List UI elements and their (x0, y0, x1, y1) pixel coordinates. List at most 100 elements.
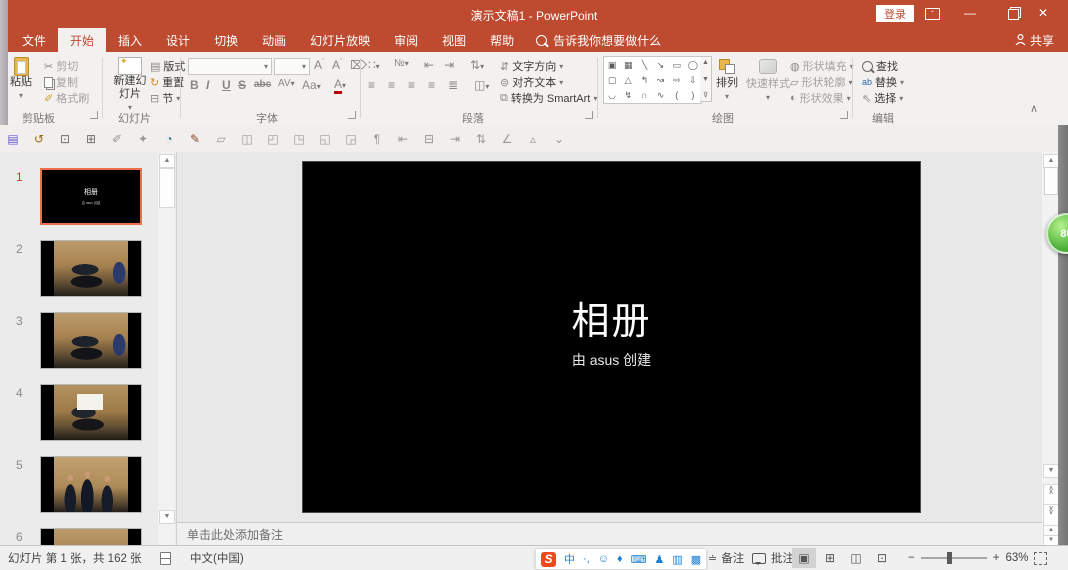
numbering-button[interactable]: №▾ (394, 58, 409, 69)
shrink-font-button[interactable]: Aˇ (332, 58, 342, 72)
slide-counter[interactable]: 幻灯片 第 1 张，共 162 张 (8, 546, 142, 570)
align-left-objects-icon[interactable]: ⇤ (390, 132, 416, 146)
duplicate-icon[interactable]: ◫ (234, 132, 260, 146)
toolbox-icon[interactable]: ▩ (691, 553, 701, 566)
shape-icon[interactable]: ↝ (657, 75, 665, 85)
scrollbar-thumb[interactable] (1044, 167, 1058, 195)
shape-icon[interactable]: ↯ (624, 90, 632, 100)
scroll-up-icon[interactable]: ▲ (702, 59, 709, 66)
align-text-button[interactable]: ⊜ 对齐文本▾ (500, 74, 563, 90)
new-slide-button[interactable]: 新建幻灯片 ▾ (110, 57, 150, 114)
slide-subtitle[interactable]: 由 asus 创建 (303, 350, 920, 370)
notes-toggle[interactable]: ≐ 备注 (708, 546, 744, 570)
tab-view[interactable]: 视图 (430, 28, 478, 52)
animation-timing-icon[interactable]: ◔ (156, 132, 182, 146)
undo-icon[interactable]: ↺ (26, 132, 52, 146)
language-indicator[interactable]: 中文(中国) (190, 546, 244, 570)
customize-qat-icon[interactable]: ⌄ (546, 132, 572, 146)
normal-view-button[interactable]: ▣ (792, 548, 816, 568)
slide-sorter-view-button[interactable]: ⊞ (818, 548, 842, 568)
copy-button[interactable]: 复制 (44, 74, 78, 90)
notes-pane[interactable]: 单击此处添加备注 (177, 522, 1042, 545)
ribbon-display-options-icon[interactable]: ˆ (925, 8, 940, 20)
tab-insert[interactable]: 插入 (106, 28, 154, 52)
group-objects-icon[interactable]: ◰ (260, 132, 286, 146)
replace-button[interactable]: ab 替换▾ (862, 74, 904, 90)
shape-icon[interactable]: ◯ (688, 60, 698, 70)
shape-icon[interactable]: ▣ (608, 60, 617, 70)
tab-design[interactable]: 设计 (154, 28, 202, 52)
format-painter-button[interactable]: ✐ 格式刷 (44, 90, 89, 106)
next-slide-icon[interactable]: ∨∨ (1043, 504, 1059, 526)
text-shadow-button[interactable]: abc (254, 79, 271, 90)
thumbnail-scrollbar[interactable]: ▲ ▼ (158, 152, 175, 545)
tab-animations[interactable]: 动画 (250, 28, 298, 52)
arrange-button[interactable]: 排列 ▾ (716, 59, 738, 103)
font-color-button[interactable]: A▾ (334, 77, 346, 91)
shapes-gallery[interactable]: ▣▦╲↘▭◯ ▢△↰↝⇨⇩ ◡↯∩∿() (603, 56, 702, 104)
shape-icon[interactable]: ⇨ (673, 75, 681, 85)
restore-button[interactable] (1008, 9, 1019, 20)
sogou-input-toolbar[interactable]: S 中 ·, ☺ ♦ ⌨ ♟ ▥ ▩ (535, 548, 707, 570)
increase-indent-icon[interactable]: ⇥ (444, 58, 454, 72)
section-button[interactable]: ⊟ 节▾ (150, 90, 180, 106)
shape-icon[interactable]: ) (691, 90, 694, 100)
slide-thumbnail-3[interactable] (40, 312, 142, 369)
fit-slide-to-window-icon[interactable] (1034, 552, 1047, 565)
align-center-icon[interactable]: ≡ (388, 78, 395, 92)
align-right-icon[interactable]: ≡ (408, 78, 415, 92)
skin-icon[interactable]: ▥ (672, 553, 682, 566)
scroll-up-icon[interactable]: ▲ (159, 154, 175, 168)
layout-button[interactable]: ▤ 版式▾ (150, 58, 192, 74)
slideshow-view-button[interactable]: ⊡ (870, 548, 894, 568)
align-left-icon[interactable]: ≡ (368, 78, 375, 92)
soft-keyboard-icon[interactable]: ⌨ (631, 553, 647, 566)
bold-button[interactable]: B (190, 78, 199, 92)
shape-icon[interactable]: ▭ (672, 60, 681, 70)
close-button[interactable]: ✕ (1028, 6, 1058, 20)
select-button[interactable]: ⇖ 选择▾ (862, 90, 903, 106)
sogou-logo-icon[interactable]: S (541, 552, 556, 567)
shape-align-icon[interactable]: ▵ (520, 132, 546, 146)
strikethrough-button[interactable]: S (238, 78, 246, 92)
selection-box-icon[interactable]: ◳ (286, 132, 312, 146)
justify-icon[interactable]: ≡ (428, 78, 435, 92)
shape-icon[interactable]: △ (625, 75, 632, 85)
shapes-gallery-scrollbar[interactable]: ▲ ▼ ⊽ (700, 56, 712, 102)
dialog-launcher-icon[interactable] (90, 111, 98, 119)
zoom-slider-thumb[interactable] (947, 552, 952, 564)
dialog-launcher-icon[interactable] (348, 111, 356, 119)
sign-in-button[interactable]: 登录 (876, 5, 914, 22)
scroll-down-icon[interactable]: ▼ (159, 510, 175, 524)
shape-icon[interactable]: ( (675, 90, 678, 100)
shape-icon[interactable]: ⇩ (689, 75, 697, 85)
slide-thumbnail-1[interactable]: 相册 由 asus 创建 (40, 168, 142, 225)
rotate-icon[interactable]: ∠ (494, 132, 520, 146)
distribute-icon[interactable]: ≣ (448, 78, 458, 92)
collapse-ribbon-icon[interactable]: ∧ (1030, 102, 1038, 115)
character-spacing-button[interactable]: AV▾ (278, 78, 295, 89)
scroll-down-icon[interactable]: ▼ (702, 76, 709, 83)
slide-thumbnail-6[interactable] (40, 528, 142, 545)
chinese-mode-icon[interactable]: 中 (564, 551, 575, 567)
minimize-button[interactable]: — (955, 6, 985, 20)
shape-icon[interactable]: ∩ (641, 90, 647, 100)
print-icon[interactable]: ⊟ (416, 132, 442, 146)
slide-title[interactable]: 相册 (303, 290, 920, 345)
zoom-slider[interactable] (921, 557, 987, 559)
tab-home[interactable]: 开始 (58, 28, 106, 52)
pen-icon[interactable]: ✎ (182, 132, 208, 146)
new-slide-icon[interactable]: ⊞ (78, 132, 104, 146)
editor-scrollbar[interactable]: ▲ ▼ ∧∧ ∨∨ ▲ ▼ (1042, 152, 1058, 545)
save-icon[interactable]: ▤ (0, 132, 26, 146)
shape-outline-button[interactable]: ▱ 形状轮廓▾ (790, 74, 852, 90)
comments-toggle[interactable]: 批注 (752, 546, 794, 570)
change-case-button[interactable]: Aa▾ (302, 78, 321, 92)
grow-font-button[interactable]: Aˆ (314, 58, 324, 72)
scroll-up-icon[interactable]: ▲ (1043, 154, 1059, 168)
reading-view-button[interactable]: ◫ (844, 548, 868, 568)
slide-thumbnail-4[interactable] (40, 384, 142, 441)
shape-icon[interactable]: ∿ (657, 90, 665, 100)
font-size-dropdown[interactable]: ▾ (274, 58, 310, 75)
columns-button[interactable]: ◫▾ (474, 78, 489, 92)
